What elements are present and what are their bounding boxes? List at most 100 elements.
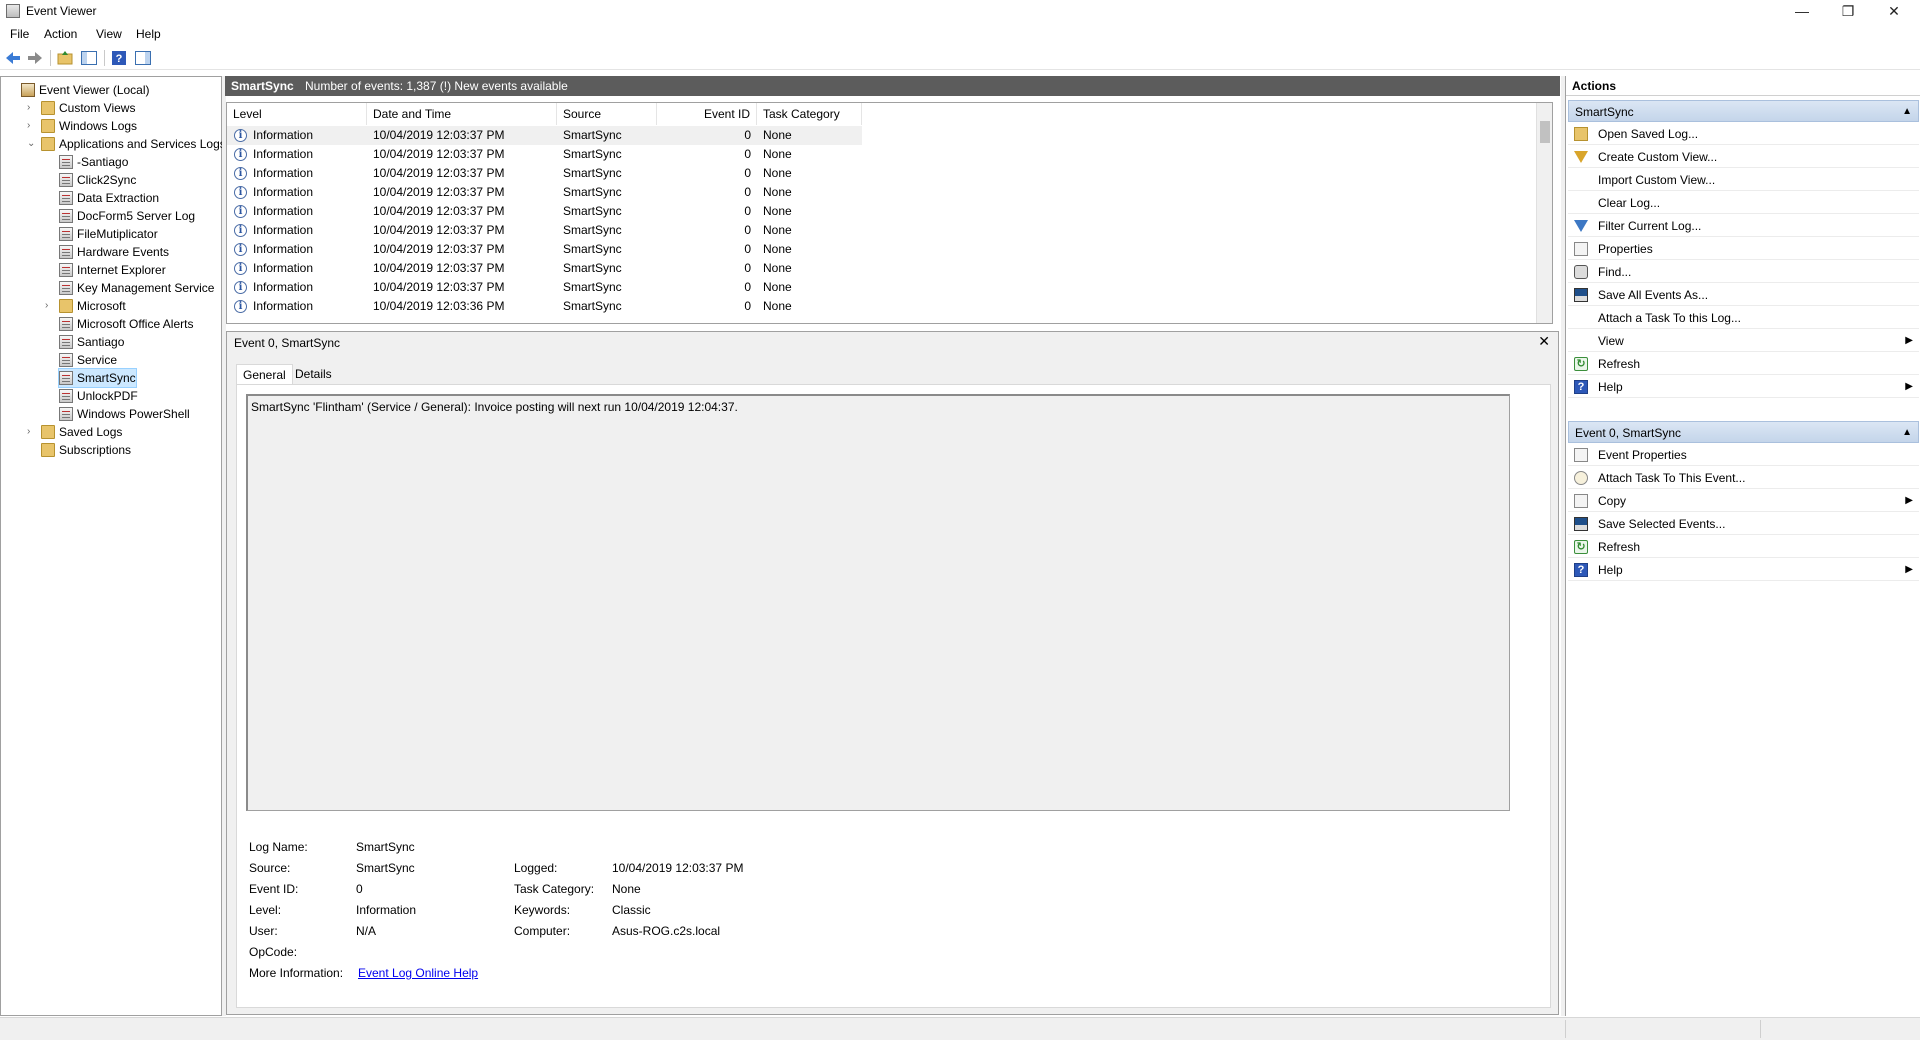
collapse-caret-icon[interactable]: ▲ <box>1902 422 1912 444</box>
user-value: N/A <box>356 924 377 938</box>
action-filter-current-log[interactable]: Filter Current Log... <box>1568 215 1919 237</box>
chevron-right-icon[interactable]: › <box>45 297 55 315</box>
column-header-event-id[interactable]: Event ID <box>657 103 757 125</box>
tree-item-service[interactable]: Service <box>59 351 117 369</box>
tree-item-microsoft-office-alerts[interactable]: Microsoft Office Alerts <box>59 315 193 333</box>
column-header-task-category[interactable]: Task Category <box>757 103 862 125</box>
menu-action[interactable]: Action <box>44 27 77 41</box>
tree-item-filemutiplicator[interactable]: FileMutiplicator <box>59 225 158 243</box>
tree-item-windows-powershell[interactable]: Windows PowerShell <box>59 405 190 423</box>
chevron-right-icon[interactable]: › <box>27 99 37 117</box>
show-hide-tree-icon[interactable] <box>80 49 98 67</box>
level-label: Level: <box>249 903 282 917</box>
action-refresh[interactable]: ↻ Refresh <box>1568 536 1919 558</box>
tree-item-label: -Santiago <box>77 155 129 169</box>
event-row[interactable]: i Information 10/04/2019 12:03:37 PM SmartS… <box>227 221 862 240</box>
menu-file[interactable]: File <box>10 27 29 41</box>
actions-section-event[interactable]: Event 0, SmartSync ▲ <box>1568 421 1919 443</box>
action-find[interactable]: Find... <box>1568 261 1919 283</box>
action-help[interactable]: ? Help ▶ <box>1568 559 1919 581</box>
action-label: Save Selected Events... <box>1598 517 1726 531</box>
information-icon: i <box>234 129 247 142</box>
action-event-properties[interactable]: Event Properties <box>1568 444 1919 466</box>
event-id-label: Event ID: <box>249 882 299 896</box>
tree-item-hardware-events[interactable]: Hardware Events <box>59 243 169 261</box>
action-clear-log[interactable]: Clear Log... <box>1568 192 1919 214</box>
action-help[interactable]: ? Help ▶ <box>1568 376 1919 398</box>
help-icon[interactable]: ? <box>110 49 128 67</box>
tree-item-applications-and-services-logs[interactable]: ⌄ Applications and Services Logs <box>27 135 226 153</box>
logged-value: 10/04/2019 12:03:37 PM <box>612 861 744 875</box>
svg-text:?: ? <box>116 53 123 65</box>
event-id: 0 <box>744 166 751 180</box>
scrollbar-thumb[interactable] <box>1540 121 1550 143</box>
action-attach-a-task-to-this-log[interactable]: Attach a Task To this Log... <box>1568 307 1919 329</box>
tree-item-data-extraction[interactable]: Data Extraction <box>59 189 159 207</box>
event-source: SmartSync <box>563 128 622 142</box>
show-hide-action-pane-icon[interactable] <box>134 49 152 67</box>
event-task-category: None <box>763 242 792 256</box>
column-header-date-time[interactable]: Date and Time <box>367 103 557 125</box>
tree-item-internet-explorer[interactable]: Internet Explorer <box>59 261 166 279</box>
action-view[interactable]: View ▶ <box>1568 330 1919 352</box>
tree-item-smartsync[interactable]: SmartSync <box>58 368 137 388</box>
event-row[interactable]: i Information 10/04/2019 12:03:37 PM SmartS… <box>227 164 862 183</box>
event-row[interactable]: i Information 10/04/2019 12:03:37 PM SmartS… <box>227 126 862 145</box>
chevron-right-icon[interactable]: › <box>27 117 37 135</box>
minimize-button[interactable]: — <box>1780 0 1824 22</box>
action-create-custom-view[interactable]: Create Custom View... <box>1568 146 1919 168</box>
action-import-custom-view[interactable]: Import Custom View... <box>1568 169 1919 191</box>
tree-item-subscriptions[interactable]: Subscriptions <box>41 441 131 459</box>
event-row[interactable]: i Information 10/04/2019 12:03:37 PM SmartS… <box>227 278 862 297</box>
tree-item-docform5-server-log[interactable]: DocForm5 Server Log <box>59 207 195 225</box>
tab-details[interactable]: Details <box>289 364 338 384</box>
tree-item-microsoft[interactable]: › Microsoft <box>45 297 126 315</box>
tree-item-saved-logs[interactable]: › Saved Logs <box>27 423 122 441</box>
back-icon[interactable] <box>4 49 22 67</box>
close-detail-icon[interactable]: ✕ <box>1538 333 1550 350</box>
event-row[interactable]: i Information 10/04/2019 12:03:37 PM SmartS… <box>227 145 862 164</box>
tree-item-custom-views[interactable]: › Custom Views <box>27 99 135 117</box>
tree-item-santiago[interactable]: -Santiago <box>59 153 128 171</box>
tree-item-santiago[interactable]: Santiago <box>59 333 124 351</box>
tree-item-click2sync[interactable]: Click2Sync <box>59 171 136 189</box>
action-save-all-events-as[interactable]: Save All Events As... <box>1568 284 1919 306</box>
action-open-saved-log[interactable]: Open Saved Log... <box>1568 123 1919 145</box>
up-folder-icon[interactable] <box>56 49 74 67</box>
menu-view[interactable]: View <box>96 27 122 41</box>
event-list-scrollbar[interactable] <box>1536 103 1552 323</box>
tree-item-windows-logs[interactable]: › Windows Logs <box>27 117 137 135</box>
action-save-selected-events[interactable]: Save Selected Events... <box>1568 513 1919 535</box>
tree-item-key-management-service[interactable]: Key Management Service <box>59 279 214 297</box>
menu-help[interactable]: Help <box>136 27 161 41</box>
event-row[interactable]: i Information 10/04/2019 12:03:37 PM SmartS… <box>227 240 862 259</box>
actions-section-smartsync[interactable]: SmartSync ▲ <box>1568 100 1919 122</box>
tree-item-unlockpdf[interactable]: UnlockPDF <box>59 387 138 405</box>
action-refresh[interactable]: ↻ Refresh <box>1568 353 1919 375</box>
event-log-online-help-link[interactable]: Event Log Online Help <box>358 966 478 980</box>
collapse-caret-icon[interactable]: ▲ <box>1902 101 1912 123</box>
action-label: Help <box>1598 563 1623 577</box>
event-row[interactable]: i Information 10/04/2019 12:03:37 PM SmartS… <box>227 202 862 221</box>
event-date-time: 10/04/2019 12:03:37 PM <box>373 242 505 256</box>
tab-general[interactable]: General <box>236 364 293 384</box>
column-header-source[interactable]: Source <box>557 103 657 125</box>
log-icon <box>59 317 73 331</box>
event-message-box[interactable]: SmartSync 'Flintham' (Service / General)… <box>246 394 1510 811</box>
forward-icon[interactable] <box>26 49 44 67</box>
action-attach-task-to-this-event[interactable]: Attach Task To This Event... <box>1568 467 1919 489</box>
chevron-right-icon[interactable]: › <box>27 423 37 441</box>
event-task-category: None <box>763 280 792 294</box>
user-label: User: <box>249 924 278 938</box>
action-properties[interactable]: Properties <box>1568 238 1919 260</box>
event-row[interactable]: i Information 10/04/2019 12:03:36 PM SmartS… <box>227 297 862 316</box>
event-row[interactable]: i Information 10/04/2019 12:03:37 PM SmartS… <box>227 183 862 202</box>
tree-item-event-viewer-local[interactable]: Event Viewer (Local) <box>21 81 150 99</box>
column-header-level[interactable]: Level <box>227 103 367 125</box>
close-button[interactable]: ✕ <box>1872 0 1916 22</box>
chevron-down-icon[interactable]: ⌄ <box>27 135 37 153</box>
action-copy[interactable]: Copy ▶ <box>1568 490 1919 512</box>
submenu-arrow-icon: ▶ <box>1905 564 1913 575</box>
restore-button[interactable]: ❐ <box>1826 0 1870 22</box>
event-row[interactable]: i Information 10/04/2019 12:03:37 PM SmartS… <box>227 259 862 278</box>
